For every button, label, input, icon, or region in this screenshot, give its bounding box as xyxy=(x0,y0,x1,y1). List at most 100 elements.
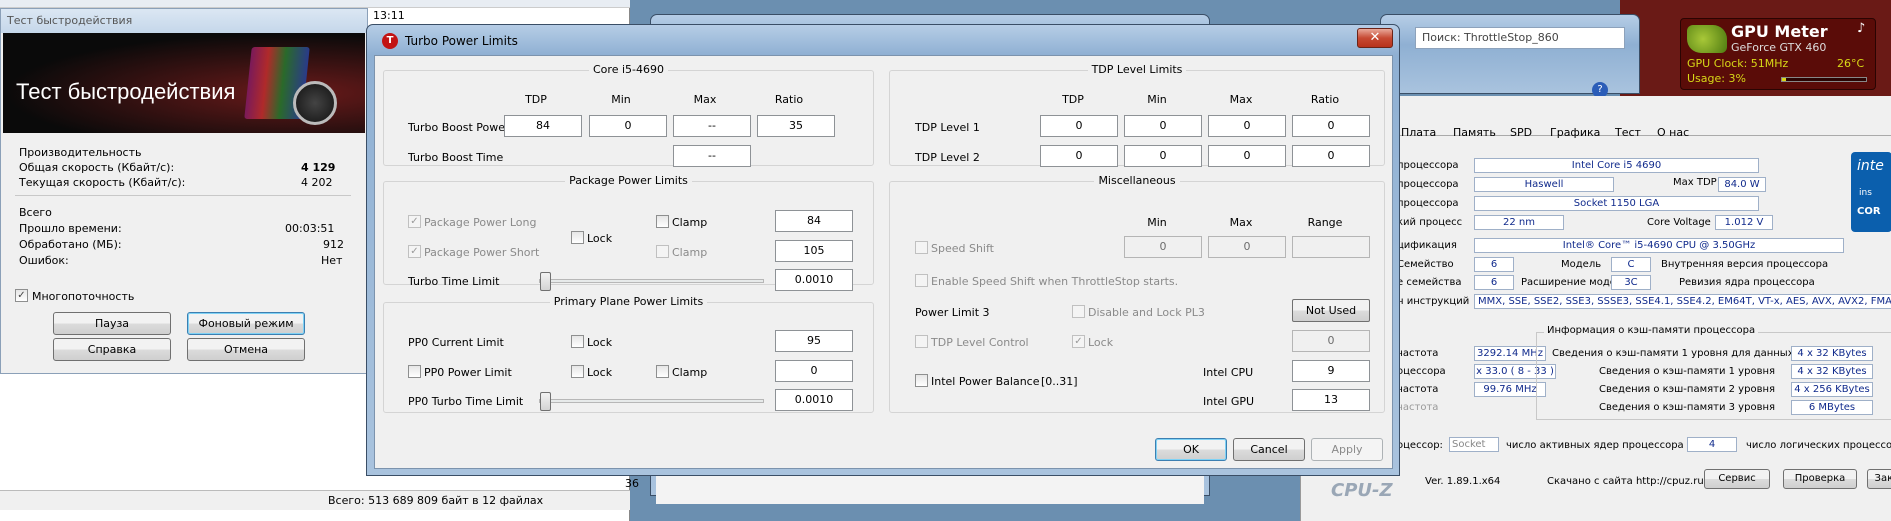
multithread-checkbox[interactable]: ✓ xyxy=(15,289,28,302)
search-box[interactable]: Поиск: ThrottleStop_860 xyxy=(1415,27,1625,49)
cpuz-proc-label: оцессор: xyxy=(1397,440,1443,451)
cpuz-spec: Intel® Core™ i5-4690 CPU @ 3.50GHz xyxy=(1474,238,1844,253)
cpuz-tech-label: кий процесс xyxy=(1397,217,1463,228)
turbo-boost-time-max[interactable]: -- xyxy=(673,145,751,167)
help-button[interactable]: Справка xyxy=(53,338,171,361)
cancel-button[interactable]: Cancel xyxy=(1233,438,1305,461)
tdp-level2-min[interactable]: 0 xyxy=(1124,145,1202,167)
pp0-group-title: Primary Plane Power Limits xyxy=(549,295,708,308)
cpuz-model-label: Модель xyxy=(1561,259,1602,270)
package-lock-checkbox[interactable] xyxy=(571,231,584,244)
enable-speed-shift-checkbox[interactable] xyxy=(915,274,928,287)
turbo-dialog: T Turbo Power Limits ✕ Core i5-4690 TDP … xyxy=(366,24,1400,476)
not-used-button[interactable]: Not Used xyxy=(1292,299,1370,322)
cpuz-cache-label-0: Сведения о кэш-памяти 1 уровня для данны… xyxy=(1552,348,1794,359)
elapsed-label: Прошло времени: xyxy=(19,222,122,235)
multithread-label: Многопоточность xyxy=(32,290,135,303)
gpu-meter-title: GPU Meter xyxy=(1731,22,1828,41)
intel-gpu-value[interactable]: 13 xyxy=(1292,389,1370,411)
package-short-checkbox[interactable]: ✓ xyxy=(408,245,421,258)
turbo-boost-power-max[interactable]: -- xyxy=(673,115,751,137)
intel-gpu-label: Intel GPU xyxy=(1203,395,1255,408)
cpuz-ext-family: 6 xyxy=(1474,275,1514,290)
package-short-clamp-checkbox[interactable] xyxy=(656,245,669,258)
speed-shift-checkbox[interactable] xyxy=(915,241,928,254)
pp0-time-slider-thumb[interactable] xyxy=(540,392,551,411)
tdp-level2-tdp[interactable]: 0 xyxy=(1040,145,1118,167)
tdp-level-control-value[interactable]: 0 xyxy=(1292,330,1370,352)
cpuz-clock-label-0: частота xyxy=(1397,348,1439,359)
speed-shift-min[interactable]: 0 xyxy=(1124,236,1202,258)
cpuz-cache-3: 6 MBytes xyxy=(1791,400,1873,415)
turbo-time-value[interactable]: 0.0010 xyxy=(775,269,853,291)
cpuz-voltage-label: Core Voltage xyxy=(1647,217,1711,228)
turbo-time-limit-label: Turbo Time Limit xyxy=(408,275,500,288)
package-short-label: Package Power Short xyxy=(424,246,540,259)
cpuz-max-tdp: 84.0 W xyxy=(1718,177,1766,192)
total-speed-label: Общая скорость (Кбайт/с): xyxy=(19,161,175,174)
pp0-time-value[interactable]: 0.0010 xyxy=(775,389,853,411)
cpuz-socket-label: процессора xyxy=(1397,198,1459,209)
tdp-level1-ratio[interactable]: 0 xyxy=(1292,115,1370,137)
package-long-checkbox[interactable]: ✓ xyxy=(408,215,421,228)
cpuz-service-button[interactable]: Сервис xyxy=(1704,469,1770,489)
turbo-boost-time-label: Turbo Boost Time xyxy=(408,151,504,164)
cpuz-cache-0: 4 x 32 KBytes xyxy=(1791,346,1873,361)
cpuz-cache-label-3: Сведения о кэш-памяти 3 уровня xyxy=(1599,402,1776,413)
cpuz-active-cores: 4 xyxy=(1687,437,1737,452)
tdp-level2-ratio[interactable]: 0 xyxy=(1292,145,1370,167)
pause-button[interactable]: Пауза xyxy=(53,312,171,335)
pp0-power-value[interactable]: 0 xyxy=(775,360,853,382)
pp0-current-value[interactable]: 95 xyxy=(775,330,853,352)
speed-shift-range[interactable] xyxy=(1292,236,1370,258)
cpuz-verify-button[interactable]: Проверка xyxy=(1783,469,1857,489)
pp0-time-slider[interactable] xyxy=(539,392,764,411)
tdp-level1-max[interactable]: 0 xyxy=(1208,115,1286,137)
cpuz-tab-memory[interactable]: Память xyxy=(1453,126,1496,139)
tdp-lock-checkbox[interactable]: ✓ xyxy=(1072,335,1085,348)
pp0-power-checkbox[interactable] xyxy=(408,365,421,378)
cpuz-tab-bench[interactable]: Тест xyxy=(1615,126,1641,139)
apply-button[interactable]: Apply xyxy=(1311,438,1383,461)
cpuz-close-button[interactable]: Закр xyxy=(1867,469,1891,489)
intel-cpu-value[interactable]: 9 xyxy=(1292,360,1370,382)
tdp-level2-max[interactable]: 0 xyxy=(1208,145,1286,167)
tdp-header-min: Min xyxy=(1147,93,1167,106)
tdp-level-control-checkbox[interactable] xyxy=(915,335,928,348)
package-long-value[interactable]: 84 xyxy=(775,210,853,232)
current-speed-value: 4 202 xyxy=(301,176,333,189)
ok-button[interactable]: OK xyxy=(1155,438,1227,461)
pp0-power-lock-checkbox[interactable] xyxy=(571,365,584,378)
tdp-level1-tdp[interactable]: 0 xyxy=(1040,115,1118,137)
package-short-value[interactable]: 105 xyxy=(775,240,853,262)
turbo-boost-power-ratio[interactable]: 35 xyxy=(757,115,835,137)
background-button[interactable]: Фоновый режим xyxy=(187,312,305,335)
cpuz-socket-select[interactable]: Socket xyxy=(1449,437,1499,452)
processed-label: Обработано (МБ): xyxy=(19,238,122,251)
speed-shift-max[interactable]: 0 xyxy=(1208,236,1286,258)
search-placeholder: Поиск: ThrottleStop_860 xyxy=(1422,31,1559,44)
turbo-time-slider-thumb[interactable] xyxy=(540,272,551,291)
turbo-boost-power-tdp[interactable]: 84 xyxy=(504,115,582,137)
cpuz-name-label: процессора xyxy=(1397,160,1459,171)
close-button[interactable]: ✕ xyxy=(1357,28,1393,48)
turbo-time-slider[interactable] xyxy=(539,272,764,291)
cpuz-ext-family-label: е семейства xyxy=(1397,277,1462,288)
cpuz-version: Ver. 1.89.1.x64 xyxy=(1425,476,1501,487)
pp0-power-clamp-checkbox[interactable] xyxy=(656,365,669,378)
intel-cpu-label: Intel CPU xyxy=(1203,366,1254,379)
throttlestop-icon: T xyxy=(382,33,398,49)
cpuz-family-label: Семейство xyxy=(1397,259,1454,270)
pp0-current-lock-checkbox[interactable] xyxy=(571,335,584,348)
cpuz-tab-about[interactable]: О нас xyxy=(1657,126,1689,139)
cpuz-tab-graphics[interactable]: Графика xyxy=(1550,126,1600,139)
turbo-boost-power-min[interactable]: 0 xyxy=(589,115,667,137)
disable-pl3-checkbox[interactable] xyxy=(1072,305,1085,318)
cpuz-tab-board[interactable]: Плата xyxy=(1401,126,1436,139)
package-long-clamp-checkbox[interactable] xyxy=(656,215,669,228)
cancel-benchmark-button[interactable]: Отмена xyxy=(187,338,305,361)
cpuz-tab-spd[interactable]: SPD xyxy=(1510,126,1532,139)
tdp-level1-min[interactable]: 0 xyxy=(1124,115,1202,137)
errors-label: Ошибок: xyxy=(19,254,69,267)
intel-power-balance-checkbox[interactable] xyxy=(915,374,928,387)
